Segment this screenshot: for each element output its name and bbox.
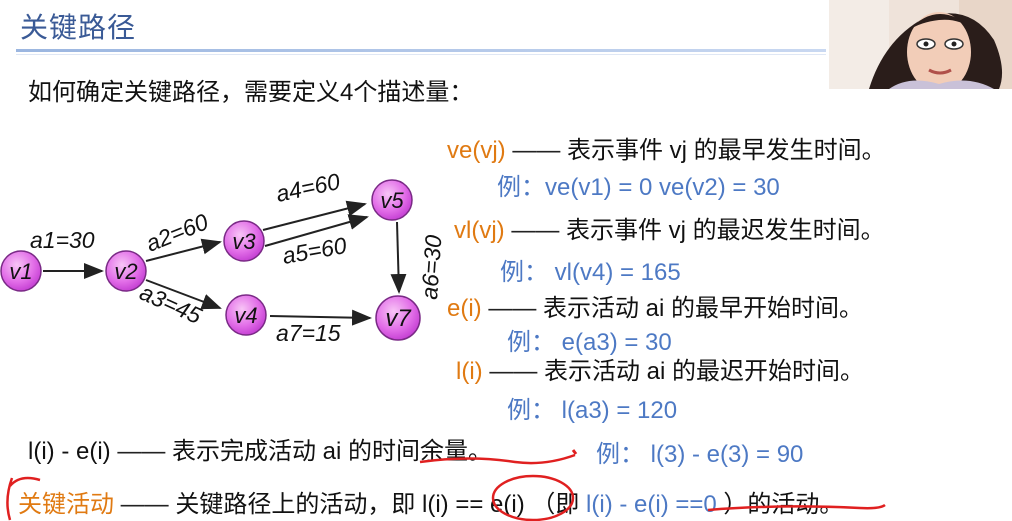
slack-text: 表示完成活动 ai 的时间余量。 [171,438,492,465]
critical-term: 关键活动 [18,491,114,518]
svg-text:v4: v4 [234,303,257,328]
dash: —— [512,137,561,164]
svg-text:v3: v3 [232,229,256,254]
dash: —— [120,491,169,518]
edge-label: a7=15 [276,320,341,346]
example-ve: 例：ve(v1) = 0 ve(v2) = 30 [497,174,780,201]
title-underline-thin [16,54,826,55]
critical-text: 关键路径上的活动，即 [175,491,416,518]
definition-text: 表示活动 ai 的最迟开始时间。 [544,358,865,385]
node-v2: v2 [105,250,147,292]
example-vl: 例： vl(v4) = 165 [500,259,681,286]
dash: —— [489,358,538,385]
edge-label: a6=30 [416,234,446,300]
edge-label: a2=60 [142,208,212,256]
annotation-dot [571,449,578,455]
node-v1: v1 [0,250,42,292]
svg-text:v5: v5 [380,188,404,213]
title-underline [16,49,826,52]
critical-activity-definition: 关键活动 —— 关键路径上的活动，即 l(i) == e(i) （即 l(i) … [18,484,843,519]
term-l: l(i) [456,358,483,385]
node-v4: v4 [225,294,267,336]
svg-text:v2: v2 [114,259,137,284]
svg-text:v7: v7 [385,305,412,332]
example-l: 例： l(a3) = 120 [507,397,678,424]
edge-label: a1=30 [30,227,95,253]
slide-title: 关键路径 [20,12,137,43]
presenter-webcam [829,0,1012,89]
edge-label: a5=60 [280,232,348,269]
edge-a4 [262,200,367,231]
dash: —— [488,295,537,322]
dash: —— [117,438,166,465]
definition-text: 表示事件 vj 的最迟发生时间。 [566,217,885,244]
term-ve: ve(vj) [447,137,506,164]
edge-a6 [390,221,407,294]
slack-term: l(i) - e(i) [28,438,111,465]
paren-open: （即 [531,491,580,518]
term-e: e(i) [447,295,482,322]
node-v7: v7 [375,295,421,341]
svg-text:v1: v1 [9,259,32,284]
node-v3: v3 [223,220,265,262]
definition-e: e(i) —— 表示活动 ai 的最早开始时间。 [447,288,863,323]
dash: —— [511,217,560,244]
paren-close: ）的活动。 [723,491,844,518]
definition-l: l(i) —— 表示活动 ai 的最迟开始时间。 [456,351,864,386]
critical-condition-alt: l(i) - e(i) ==0 [586,491,717,518]
edge-label: a4=60 [274,168,343,207]
slack-definition: l(i) - e(i) —— 表示完成活动 ai 的时间余量。 [28,431,492,466]
intro-text: 如何确定关键路径，需要定义4个描述量： [28,79,474,106]
term-vl: vl(vj) [454,217,505,244]
aoe-network-diagram: a1=30 a2=60 a3=45 a4=60 a5=60 a6=30 a7=1… [0,168,447,346]
example-slack: 例： l(3) - e(3) = 90 [596,441,804,468]
node-v5: v5 [371,179,413,221]
edge-a7 [269,309,372,326]
definition-text: 表示事件 vj 的最早发生时间。 [567,137,886,164]
critical-condition: l(i) == e(i) [422,491,525,518]
slide: 关键路径 如何确定关键路径，需要定义4个描述量： a1=30 a2=60 a3=… [0,0,1012,521]
definition-ve: ve(vj) —— 表示事件 vj 的最早发生时间。 [447,130,886,165]
definition-vl: vl(vj) —— 表示事件 vj 的最迟发生时间。 [454,210,885,245]
definition-text: 表示活动 ai 的最早开始时间。 [543,295,864,322]
edge-label: a3=45 [136,279,206,329]
